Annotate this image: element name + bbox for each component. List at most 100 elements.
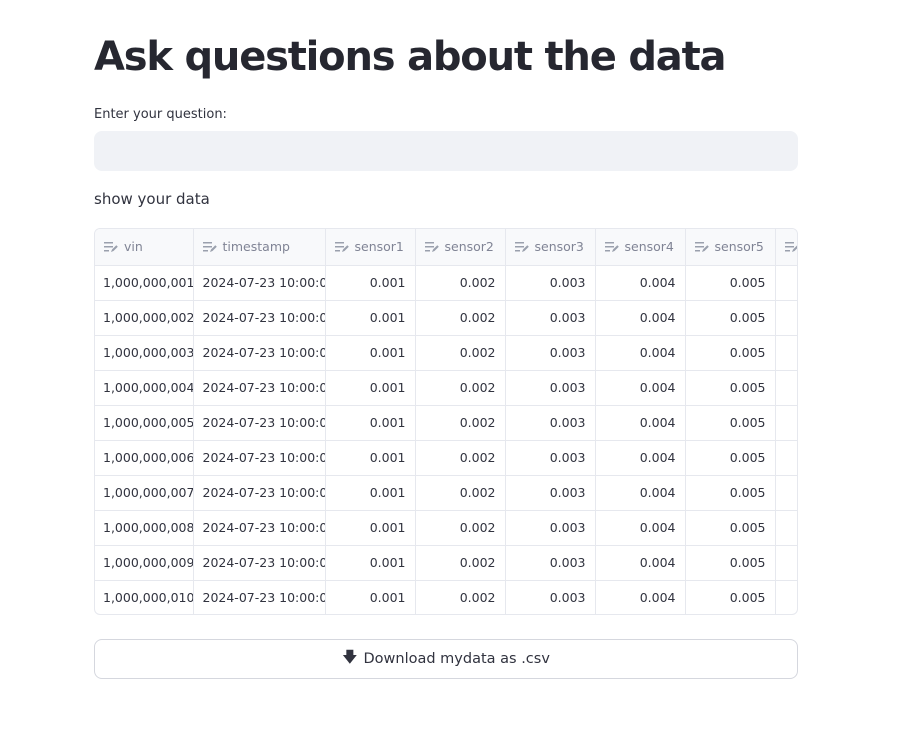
table-cell[interactable]: 0.005 [685, 510, 776, 546]
table-cell[interactable]: 0.001 [325, 265, 416, 301]
table-cell[interactable]: 0.004 [595, 335, 686, 371]
table-cell[interactable]: 0.003 [505, 440, 596, 476]
table-cell[interactable]: 1,000,000,008 [95, 510, 194, 546]
table-cell[interactable]: 0.002 [415, 475, 506, 511]
table-cell[interactable]: 1,000,000,001 [95, 265, 194, 301]
table-cell[interactable]: 0.004 [595, 580, 686, 614]
column-header-extra[interactable] [775, 229, 797, 266]
table-cell[interactable]: 2024-07-23 10:00:00 [193, 545, 326, 581]
table-cell[interactable]: 1,000,000,005 [95, 405, 194, 441]
table-cell[interactable]: 0.005 [685, 370, 776, 406]
table-cell[interactable]: 0.005 [685, 335, 776, 371]
table-cell[interactable] [775, 265, 797, 301]
download-button-label: Download mydata as .csv [363, 651, 550, 667]
table-cell[interactable] [775, 510, 797, 546]
table-cell[interactable]: 2024-07-23 10:00:00 [193, 510, 326, 546]
table-cell[interactable]: 0.004 [595, 405, 686, 441]
table-cell[interactable]: 0.003 [505, 265, 596, 301]
table-cell[interactable]: 2024-07-23 10:00:00 [193, 475, 326, 511]
table-cell[interactable]: 0.001 [325, 335, 416, 371]
table-cell[interactable]: 0.005 [685, 475, 776, 511]
table-cell[interactable] [775, 405, 797, 441]
table-cell[interactable]: 2024-07-23 10:00:00 [193, 300, 326, 336]
table-cell[interactable]: 0.001 [325, 545, 416, 581]
table-cell[interactable]: 2024-07-23 10:00:00 [193, 370, 326, 406]
table-cell[interactable]: 1,000,000,007 [95, 475, 194, 511]
table-cell[interactable]: 0.005 [685, 440, 776, 476]
table-cell[interactable]: 0.001 [325, 510, 416, 546]
table-cell[interactable]: 2024-07-23 10:00:00 [193, 265, 326, 301]
table-cell[interactable]: 1,000,000,006 [95, 440, 194, 476]
column-header-sensor4[interactable]: sensor4 [595, 229, 686, 266]
table-cell[interactable]: 0.003 [505, 510, 596, 546]
table-cell[interactable]: 0.005 [685, 405, 776, 441]
column-header-label: timestamp [222, 239, 290, 255]
table-cell[interactable]: 0.004 [595, 475, 686, 511]
table-cell[interactable]: 0.004 [595, 440, 686, 476]
table-cell[interactable]: 0.001 [325, 300, 416, 336]
table-cell[interactable]: 2024-07-23 10:00:00 [193, 440, 326, 476]
table-cell[interactable]: 0.003 [505, 300, 596, 336]
table-cell[interactable]: 0.002 [415, 545, 506, 581]
table-cell[interactable]: 0.004 [595, 265, 686, 301]
column-header-sensor3[interactable]: sensor3 [505, 229, 596, 266]
table-cell[interactable]: 1,000,000,010 [95, 580, 194, 614]
show-data-label: show your data [94, 190, 210, 208]
table-cell[interactable]: 0.003 [505, 475, 596, 511]
download-csv-button[interactable]: 🡇 Download mydata as .csv [94, 639, 798, 679]
table-cell[interactable]: 2024-07-23 10:00:00 [193, 335, 326, 371]
table-cell[interactable]: 0.003 [505, 405, 596, 441]
table-cell[interactable]: 0.002 [415, 440, 506, 476]
table-cell[interactable]: 0.005 [685, 300, 776, 336]
column-header-sensor5[interactable]: sensor5 [685, 229, 776, 266]
table-cell[interactable]: 0.005 [685, 265, 776, 301]
column-header-timestamp[interactable]: timestamp [193, 229, 326, 266]
table-cell[interactable] [775, 580, 797, 614]
table-cell[interactable]: 0.003 [505, 335, 596, 371]
table-body: 1,000,000,001 2024-07-23 10:00:00 0.001 0.0… [95, 265, 797, 614]
table-cell[interactable] [775, 440, 797, 476]
table-cell[interactable]: 0.002 [415, 580, 506, 614]
table-cell[interactable]: 0.003 [505, 370, 596, 406]
table-cell[interactable] [775, 300, 797, 336]
table-cell[interactable]: 1,000,000,002 [95, 300, 194, 336]
table-cell[interactable]: 0.004 [595, 300, 686, 336]
table-cell[interactable]: 0.003 [505, 580, 596, 614]
column-header-label: sensor3 [534, 239, 584, 255]
column-header-sensor1[interactable]: sensor1 [325, 229, 416, 266]
table-cell[interactable]: 0.002 [415, 405, 506, 441]
table-cell[interactable]: 0.003 [505, 545, 596, 581]
table-cell[interactable]: 2024-07-23 10:00:00 [193, 405, 326, 441]
table-cell[interactable]: 0.002 [415, 510, 506, 546]
table-cell[interactable] [775, 335, 797, 371]
table-cell[interactable]: 0.002 [415, 335, 506, 371]
column-header-label: sensor5 [714, 239, 764, 255]
table-cell[interactable]: 0.001 [325, 370, 416, 406]
table-cell[interactable]: 0.001 [325, 440, 416, 476]
question-input[interactable] [94, 131, 798, 171]
table-cell[interactable] [775, 370, 797, 406]
data-grid[interactable]: vin timestamp sensor1 sensor2 sensor3 sensor4… [94, 228, 798, 615]
table-cell[interactable]: 0.002 [415, 300, 506, 336]
table-cell[interactable]: 0.002 [415, 370, 506, 406]
table-cell[interactable]: 1,000,000,003 [95, 335, 194, 371]
table-cell[interactable]: 0.004 [595, 370, 686, 406]
table-cell[interactable] [775, 545, 797, 581]
column-header-vin[interactable]: vin [95, 229, 194, 266]
table-cell[interactable]: 0.004 [595, 545, 686, 581]
table-cell[interactable]: 0.005 [685, 580, 776, 614]
edit-column-icon [424, 239, 445, 254]
table-cell[interactable]: 0.001 [325, 405, 416, 441]
table-cell[interactable]: 0.002 [415, 265, 506, 301]
column-header-label: sensor4 [624, 239, 674, 255]
column-header-sensor2[interactable]: sensor2 [415, 229, 506, 266]
table-cell[interactable]: 0.001 [325, 475, 416, 511]
table-cell[interactable]: 2024-07-23 10:00:00 [193, 580, 326, 614]
table-cell[interactable] [775, 475, 797, 511]
table-cell[interactable]: 0.004 [595, 510, 686, 546]
table-cell[interactable]: 1,000,000,009 [95, 545, 194, 581]
data-table: vin timestamp sensor1 sensor2 sensor3 sensor4… [95, 229, 797, 614]
table-cell[interactable]: 0.001 [325, 580, 416, 614]
table-cell[interactable]: 0.005 [685, 545, 776, 581]
table-cell[interactable]: 1,000,000,004 [95, 370, 194, 406]
